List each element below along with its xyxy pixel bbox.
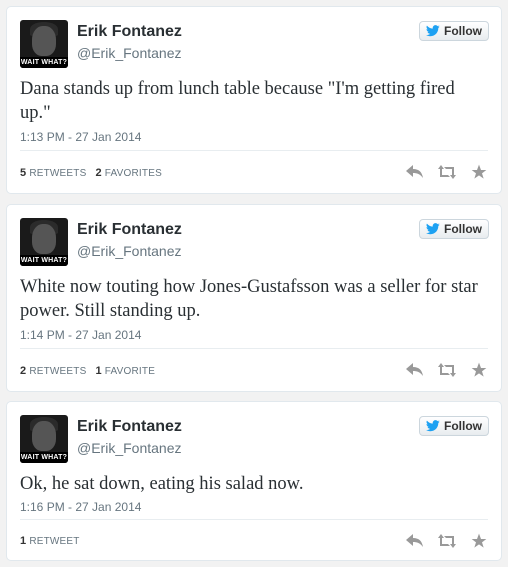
tweet-stats: 1 RETWEET — [20, 535, 86, 547]
author-name[interactable]: Erik Fontanez — [77, 221, 182, 239]
reply-button[interactable] — [405, 532, 425, 550]
tweet-actions — [405, 361, 489, 379]
avatar[interactable]: WAIT WHAT? — [20, 415, 68, 463]
star-icon — [471, 362, 487, 377]
favorite-button[interactable] — [469, 532, 489, 550]
tweet-timestamp[interactable]: 1:14 PM - 27 Jan 2014 — [20, 328, 141, 342]
avatar[interactable]: WAIT WHAT? — [20, 218, 68, 266]
favorite-count[interactable]: 2 — [95, 167, 101, 179]
retweet-count[interactable]: 1 — [20, 535, 26, 547]
author-handle[interactable]: @Erik_Fontanez — [77, 45, 181, 61]
retweet-count[interactable]: 5 — [20, 167, 26, 179]
author-name[interactable]: Erik Fontanez — [77, 418, 182, 436]
retweet-icon — [438, 165, 456, 179]
follow-button[interactable]: Follow — [419, 416, 489, 436]
reply-icon — [406, 165, 423, 178]
avatar-caption: WAIT WHAT? — [20, 255, 68, 266]
retweet-button[interactable] — [437, 361, 457, 379]
avatar[interactable]: WAIT WHAT? — [20, 20, 68, 68]
follow-button[interactable]: Follow — [419, 219, 489, 239]
star-icon — [471, 164, 487, 179]
divider — [20, 150, 488, 151]
tweet-stats: 2 RETWEETS 1 FAVORITE — [20, 365, 161, 377]
follow-label: Follow — [444, 222, 482, 236]
tweet-card: WAIT WHAT? Erik Fontanez @Erik_Fontanez … — [6, 401, 502, 561]
follow-button[interactable]: Follow — [419, 21, 489, 41]
avatar-face — [32, 421, 56, 451]
tweet-card: WAIT WHAT? Erik Fontanez @Erik_Fontanez … — [6, 204, 502, 392]
follow-label: Follow — [444, 419, 482, 433]
reply-button[interactable] — [405, 163, 425, 181]
retweet-button[interactable] — [437, 163, 457, 181]
follow-label: Follow — [444, 24, 482, 38]
twitter-bird-icon — [426, 25, 440, 37]
avatar-face — [32, 26, 56, 56]
retweet-icon — [438, 534, 456, 548]
tweet-timestamp[interactable]: 1:16 PM - 27 Jan 2014 — [20, 500, 141, 514]
retweet-label[interactable]: RETWEET — [29, 536, 79, 547]
retweet-icon — [438, 363, 456, 377]
author-name[interactable]: Erik Fontanez — [77, 23, 182, 41]
favorite-button[interactable] — [469, 163, 489, 181]
avatar-caption: WAIT WHAT? — [20, 57, 68, 68]
favorite-count[interactable]: 1 — [95, 365, 101, 377]
tweet-text: Ok, he sat down, eating his salad now. — [20, 474, 304, 494]
tweet-actions — [405, 532, 489, 550]
twitter-bird-icon — [426, 420, 440, 432]
retweet-label[interactable]: RETWEETS — [29, 366, 86, 377]
divider — [20, 519, 488, 520]
divider — [20, 348, 488, 349]
tweet-timestamp[interactable]: 1:13 PM - 27 Jan 2014 — [20, 130, 141, 144]
tweet-card: WAIT WHAT? Erik Fontanez @Erik_Fontanez … — [6, 6, 502, 194]
tweet-text: Dana stands up from lunch table because … — [20, 79, 455, 123]
retweet-label[interactable]: RETWEETS — [29, 168, 86, 179]
tweet-text: White now touting how Jones-Gustafsson w… — [20, 277, 478, 321]
tweet-stats: 5 RETWEETS 2 FAVORITES — [20, 167, 168, 179]
favorite-button[interactable] — [469, 361, 489, 379]
favorite-label[interactable]: FAVORITES — [105, 168, 162, 179]
star-icon — [471, 533, 487, 548]
reply-icon — [406, 363, 423, 376]
retweet-button[interactable] — [437, 532, 457, 550]
reply-button[interactable] — [405, 361, 425, 379]
author-handle[interactable]: @Erik_Fontanez — [77, 440, 181, 456]
reply-icon — [406, 534, 423, 547]
favorite-label[interactable]: FAVORITE — [105, 366, 155, 377]
avatar-caption: WAIT WHAT? — [20, 452, 68, 463]
author-handle[interactable]: @Erik_Fontanez — [77, 243, 181, 259]
tweet-actions — [405, 163, 489, 181]
retweet-count[interactable]: 2 — [20, 365, 26, 377]
twitter-bird-icon — [426, 223, 440, 235]
avatar-face — [32, 224, 56, 254]
